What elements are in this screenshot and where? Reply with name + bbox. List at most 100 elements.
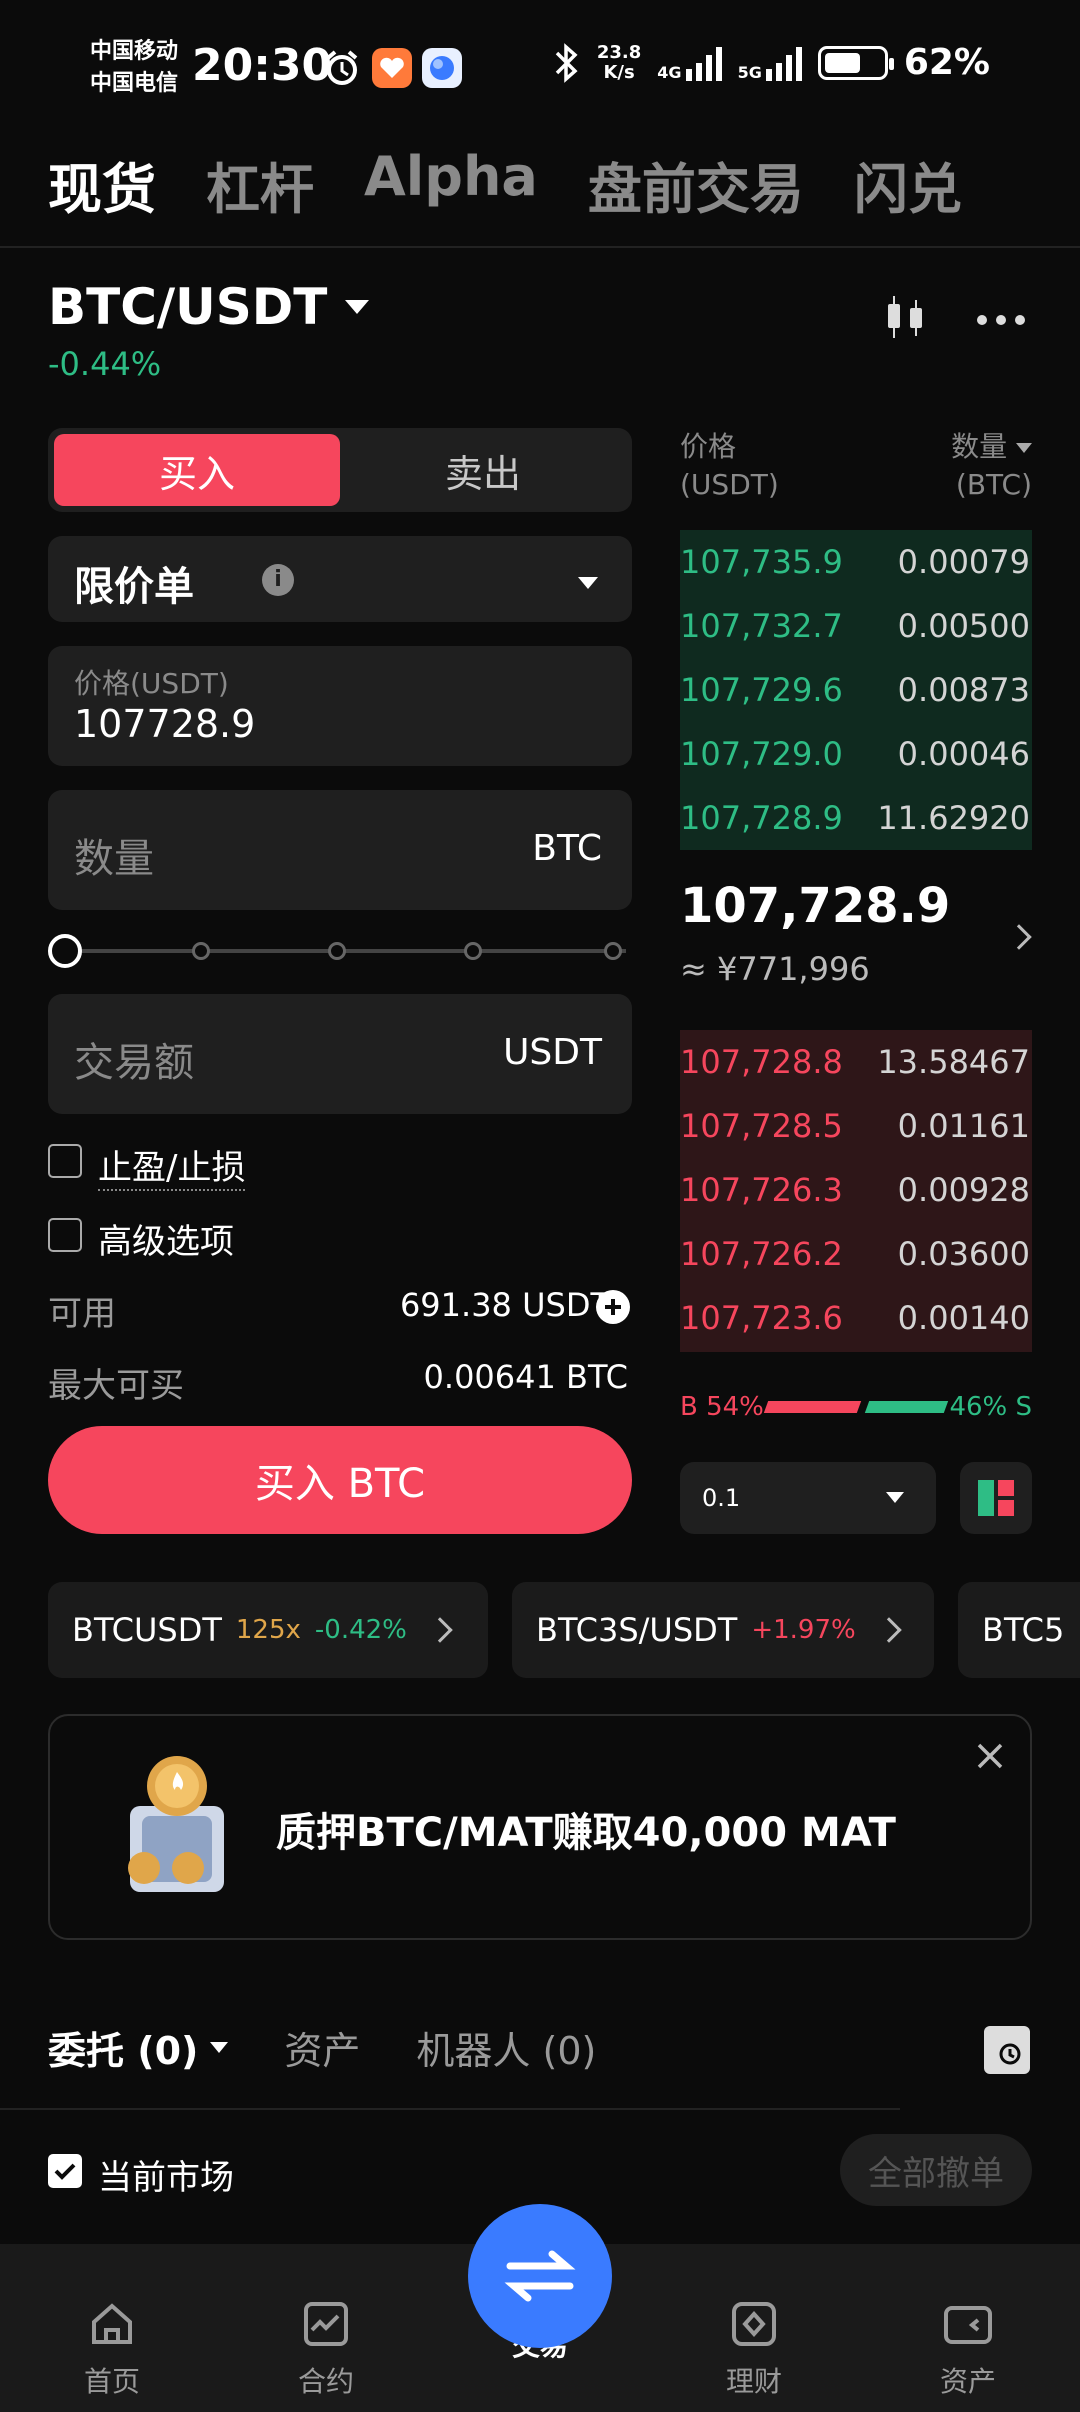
amount-field[interactable]: 交易额 USDT	[48, 994, 632, 1114]
book-layout-button[interactable]	[960, 1462, 1032, 1534]
order-book-row[interactable]: 107,726.3 0.00928	[680, 1158, 1032, 1222]
pair-selector[interactable]: BTC/USDT	[48, 278, 370, 336]
order-book-row[interactable]: 107,728.9 11.62920	[680, 786, 1032, 850]
coin-vault-icon	[112, 1750, 242, 1904]
order-book-row[interactable]: 107,735.9 0.00079	[680, 530, 1032, 594]
nav-home[interactable]: 首页	[32, 2298, 192, 2400]
more-icon[interactable]	[976, 302, 1026, 342]
caret-down-icon	[578, 574, 598, 593]
nav-home-label: 首页	[83, 2365, 140, 2398]
caret-down-icon	[210, 2042, 229, 2053]
tab-bots[interactable]: 机器人 (0)	[416, 2020, 596, 2075]
nav-earn[interactable]: 理财	[674, 2298, 834, 2400]
close-icon[interactable]	[976, 1742, 1004, 1774]
nav-futures[interactable]: 合约	[246, 2298, 406, 2400]
network-type-2: 5G	[737, 62, 762, 82]
slider-thumb[interactable]	[48, 934, 82, 968]
ticker-symbol: BTCUSDT	[72, 1611, 222, 1649]
ticker-btc5[interactable]: BTC5	[958, 1582, 1080, 1678]
advanced-label[interactable]: 高级选项	[98, 1214, 234, 1263]
current-market-checkbox[interactable]	[48, 2154, 82, 2188]
sell-tab[interactable]: 卖出	[340, 434, 626, 506]
buy-btc-button[interactable]: 买入 BTC	[48, 1426, 632, 1534]
ticker-change: -0.42%	[314, 1615, 407, 1645]
advanced-checkbox[interactable]	[48, 1218, 82, 1252]
add-funds-icon[interactable]	[596, 1290, 630, 1324]
cancel-all-button[interactable]: 全部撤单	[840, 2134, 1032, 2206]
order-book-row[interactable]: 107,723.6 0.00140	[680, 1286, 1032, 1350]
battery-icon	[817, 45, 894, 80]
slider-step-25[interactable]	[192, 942, 210, 960]
ob-qty: 0.00079	[897, 543, 1030, 581]
net-speed-value: 23.8	[596, 41, 642, 63]
tab-orders[interactable]: 委托 (0)	[48, 2020, 229, 2075]
orders-divider	[0, 2108, 900, 2110]
order-history-icon[interactable]	[984, 2026, 1030, 2074]
tab-alpha[interactable]: Alpha	[364, 145, 538, 224]
ob-price: 107,726.3	[680, 1171, 843, 1209]
precision-select[interactable]: 0.1	[680, 1462, 936, 1534]
order-book-row[interactable]: 107,728.8 13.58467	[680, 1030, 1032, 1094]
ob-qty: 0.03600	[897, 1235, 1030, 1273]
candlestick-chart-icon[interactable]	[880, 292, 930, 346]
order-book-row[interactable]: 107,729.6 0.00873	[680, 658, 1032, 722]
pair-change: -0.44%	[48, 345, 162, 383]
ob-price-header: 价格 (USDT)	[680, 428, 779, 504]
ticker-btc3s[interactable]: BTC3S/USDT +1.97%	[512, 1582, 934, 1678]
chevron-right-icon	[427, 1617, 453, 1643]
book-layout-icon	[978, 1480, 1014, 1516]
order-book-row[interactable]: 107,732.7 0.00500	[680, 594, 1032, 658]
ob-price: 107,732.7	[680, 607, 843, 645]
ob-qty: 0.00046	[897, 735, 1030, 773]
ob-price: 107,728.9	[680, 799, 843, 837]
order-book-row[interactable]: 107,729.0 0.00046	[680, 722, 1032, 786]
tp-sl-label[interactable]: 止盈/止损	[98, 1140, 246, 1191]
ob-qty: 0.00500	[897, 607, 1030, 645]
trade-fab[interactable]	[468, 2204, 612, 2348]
tab-convert[interactable]: 闪兑	[854, 145, 962, 224]
ob-price-header-1: 价格	[680, 430, 737, 463]
status-bar: 中国移动 中国电信 20:30 23.8 K/s 4G 5G 62%	[0, 0, 1080, 130]
last-price: 107,728.9	[680, 878, 951, 934]
bluetooth-icon	[555, 42, 578, 83]
tp-sl-checkbox[interactable]	[48, 1144, 82, 1178]
promo-banner[interactable]: 质押BTC/MAT赚取40,000 MAT	[48, 1714, 1032, 1940]
slider-step-50[interactable]	[328, 942, 346, 960]
info-icon[interactable]: i	[262, 564, 294, 596]
ticker-change: +1.97%	[751, 1615, 856, 1645]
buy-tab[interactable]: 买入	[54, 434, 340, 506]
tab-premarket[interactable]: 盘前交易	[588, 145, 804, 224]
ratio-bar-sell	[864, 1401, 949, 1413]
ob-price: 107,729.6	[680, 671, 843, 709]
caret-down-icon	[345, 300, 370, 314]
top-divider	[0, 246, 1080, 248]
tab-spot[interactable]: 现货	[48, 145, 156, 224]
order-book-row[interactable]: 107,726.2 0.03600	[680, 1222, 1032, 1286]
order-type-select[interactable]: 限价单 i	[48, 536, 632, 622]
slider-step-75[interactable]	[464, 942, 482, 960]
ticker-btcusdt[interactable]: BTCUSDT 125x -0.42%	[48, 1582, 488, 1678]
nav-assets[interactable]: 资产	[888, 2298, 1048, 2400]
order-type-label: 限价单	[74, 564, 194, 610]
tab-margin[interactable]: 杠杆	[206, 145, 314, 224]
carrier-2: 中国电信	[90, 71, 179, 96]
order-book-row[interactable]: 107,728.5 0.01161	[680, 1094, 1032, 1158]
ob-qty: 13.58467	[877, 1043, 1030, 1081]
ob-qty-header[interactable]: 数量 (BTC)	[951, 428, 1032, 504]
quantity-input[interactable]: 数量	[74, 826, 154, 884]
ob-price: 107,735.9	[680, 543, 843, 581]
amount-unit: USDT	[503, 1032, 602, 1073]
price-field[interactable]: 价格(USDT) 107728.9	[48, 646, 632, 766]
current-market-label[interactable]: 当前市场	[98, 2150, 234, 2199]
quantity-slider[interactable]	[48, 934, 632, 968]
slider-step-100[interactable]	[604, 942, 622, 960]
ticker-symbol: BTC3S/USDT	[536, 1611, 738, 1649]
nav-futures-label: 合约	[297, 2365, 354, 2398]
caret-down-icon	[1016, 443, 1032, 453]
amount-input[interactable]: 交易额	[74, 1030, 194, 1088]
price-input[interactable]: 107728.9	[74, 702, 255, 746]
tab-assets[interactable]: 资产	[284, 2020, 360, 2075]
sell-ratio: 46% S	[949, 1392, 1032, 1422]
chevron-right-icon[interactable]	[1000, 924, 1032, 950]
quantity-field[interactable]: 数量 BTC	[48, 790, 632, 910]
